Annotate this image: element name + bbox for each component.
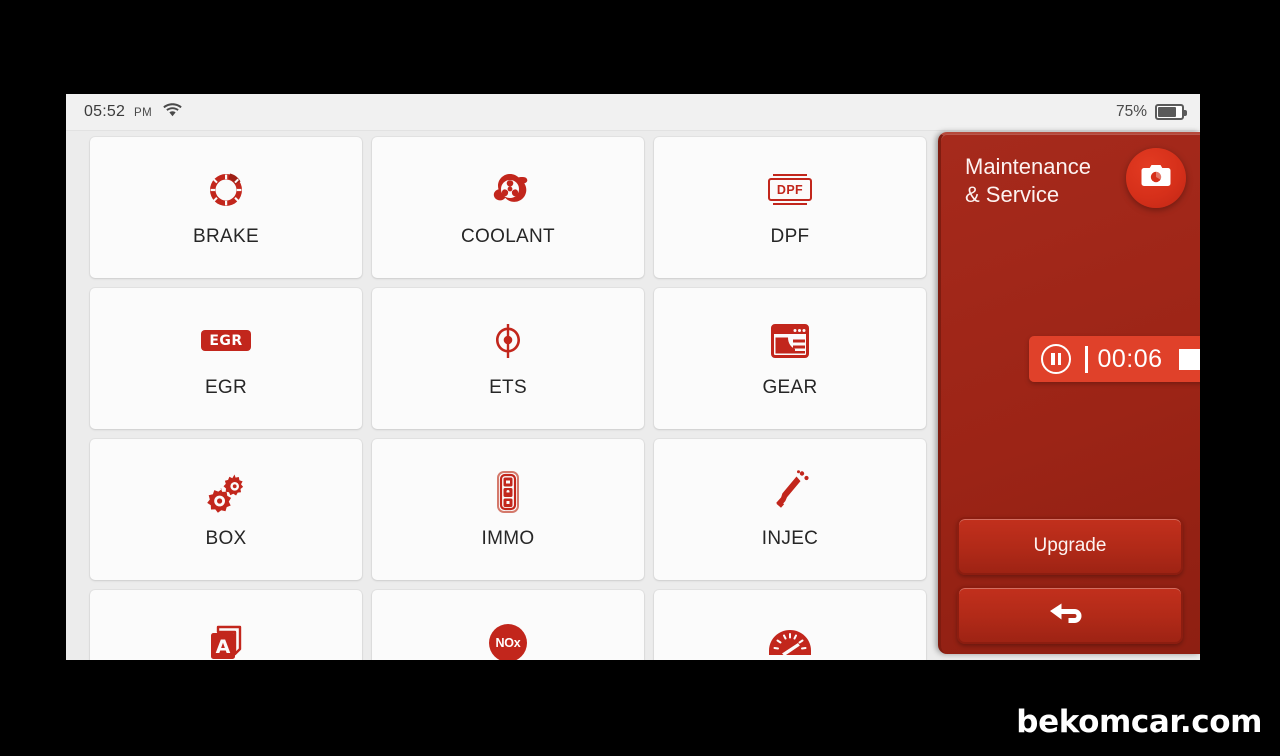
panel-title-line1: Maintenance xyxy=(965,154,1091,179)
wifi-icon xyxy=(163,102,182,122)
battery-fill xyxy=(1158,107,1177,117)
tile-label: COOLANT xyxy=(461,225,555,247)
nox-sensor-icon: NOx xyxy=(489,621,527,660)
fuel-injector-icon xyxy=(771,469,809,514)
tablet-screen: 05:52 PM 75% BRAKE COOLANT DPF DPF EGR E… xyxy=(66,94,1200,660)
svg-text:A: A xyxy=(216,636,231,658)
tile-dpf[interactable]: DPF DPF xyxy=(654,137,926,278)
tile-noxsensor[interactable]: NOx NOXSENSOR xyxy=(372,590,644,660)
recording-divider xyxy=(1085,345,1088,373)
status-bar-left: 05:52 PM xyxy=(84,103,182,122)
tile-label: BRAKE xyxy=(193,225,259,247)
tile-label: EGR xyxy=(204,376,248,398)
throttle-body-icon xyxy=(490,319,526,363)
function-tile-grid: BRAKE COOLANT DPF DPF EGR EGR ETS GEAR B… xyxy=(66,131,938,660)
tile-label: GEAR xyxy=(762,376,818,398)
tile-language[interactable]: A LANGUAGE xyxy=(90,590,362,660)
status-bar-right: 75% xyxy=(1115,103,1187,121)
tile-label: ETS xyxy=(489,376,527,398)
dpf-filter-icon: DPF xyxy=(767,168,813,212)
upgrade-button[interactable]: Upgrade xyxy=(957,517,1183,575)
camera-button[interactable] xyxy=(1126,148,1186,208)
tile-brake[interactable]: BRAKE xyxy=(90,137,362,278)
content-area: BRAKE COOLANT DPF DPF EGR EGR ETS GEAR B… xyxy=(66,131,1200,660)
status-bar: 05:52 PM 75% xyxy=(66,94,1200,131)
watermark: bekomcar.com xyxy=(1016,704,1262,740)
tile-injec[interactable]: INJEC xyxy=(654,439,926,580)
clock-time: 05:52 xyxy=(84,102,126,120)
tile-box[interactable]: BOX xyxy=(90,439,362,580)
egr-valve-icon: EGR xyxy=(201,319,251,363)
pause-icon[interactable] xyxy=(1041,344,1071,374)
stop-icon[interactable] xyxy=(1178,348,1200,370)
gears-icon xyxy=(205,470,247,514)
odometer-gauge-icon xyxy=(768,621,812,661)
tile-label: DPF xyxy=(770,225,810,247)
upgrade-button-label: Upgrade xyxy=(1033,535,1107,556)
back-button[interactable] xyxy=(957,586,1183,644)
language-book-icon: A xyxy=(206,621,246,661)
tile-gear[interactable]: GEAR xyxy=(654,288,926,429)
tile-immo[interactable]: IMMO xyxy=(372,439,644,580)
camera-icon xyxy=(1141,164,1171,193)
pause-bar-right xyxy=(1057,353,1061,365)
battery-percent: 75% xyxy=(1115,103,1147,120)
tile-egr[interactable]: EGR EGR xyxy=(90,288,362,429)
dpf-badge-text: DPF xyxy=(767,173,813,205)
maintenance-service-panel: Maintenance & Service 00:06 Upgrade xyxy=(938,132,1200,654)
screenshot-root: 05:52 PM 75% BRAKE COOLANT DPF DPF EGR E… xyxy=(0,0,1280,756)
key-fob-icon xyxy=(495,470,521,514)
tile-ets[interactable]: ETS xyxy=(372,288,644,429)
tile-label: INJEC xyxy=(761,527,819,549)
nox-badge-text: NOx xyxy=(489,623,527,660)
battery-icon xyxy=(1155,104,1187,120)
back-arrow-icon xyxy=(1047,598,1093,633)
brake-disc-icon xyxy=(206,168,246,212)
panel-title-line2: & Service xyxy=(965,181,1060,207)
egr-badge-text: EGR xyxy=(201,330,251,351)
coolant-fan-icon xyxy=(487,168,529,212)
pause-bar-left xyxy=(1051,353,1055,365)
screen-recording-bar: 00:06 xyxy=(1029,336,1200,382)
tile-label: BOX xyxy=(205,527,247,549)
tile-odo[interactable]: ODO xyxy=(654,590,926,660)
panel-title: Maintenance & Service xyxy=(965,153,1115,209)
tile-coolant[interactable]: COOLANT xyxy=(372,137,644,278)
tile-label: IMMO xyxy=(481,527,535,549)
recording-elapsed: 00:06 xyxy=(1097,344,1163,373)
clock-meridiem: PM xyxy=(134,106,153,119)
gearbox-panel-icon xyxy=(770,319,810,363)
